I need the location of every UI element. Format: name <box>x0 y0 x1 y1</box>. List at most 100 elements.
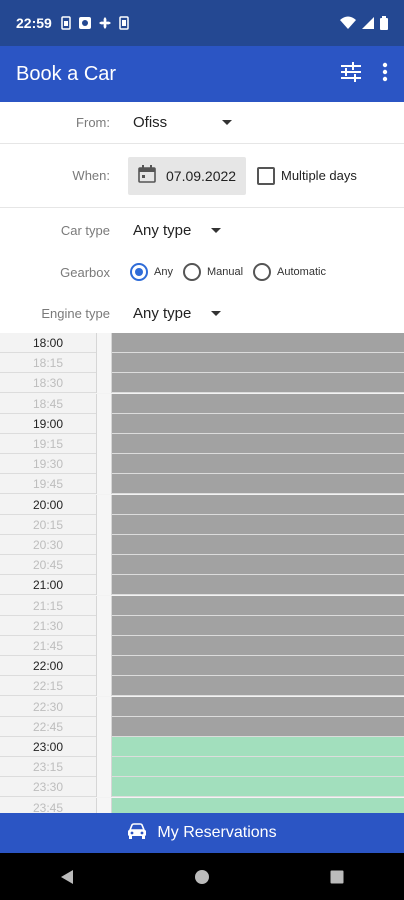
time-slot[interactable]: 22:00 <box>0 656 404 677</box>
time-slot-gutter <box>96 615 112 636</box>
recents-icon[interactable] <box>317 857 357 897</box>
gearbox-any-radio[interactable] <box>130 263 148 281</box>
time-slot[interactable]: 23:00 <box>0 737 404 757</box>
booked-slot[interactable] <box>112 716 404 736</box>
tune-icon[interactable] <box>340 61 362 87</box>
time-slot[interactable]: 20:00 <box>0 494 404 515</box>
gearbox-automatic-radio[interactable] <box>253 263 272 281</box>
time-slot[interactable]: 23:30 <box>0 777 404 798</box>
time-slot-label: 18:15 <box>32 356 64 371</box>
status-bar: 22:59 <box>0 0 404 46</box>
time-slot-gutter <box>96 716 112 737</box>
time-slot-label: 18:45 <box>32 396 64 411</box>
time-slot[interactable]: 20:30 <box>0 535 404 555</box>
chevron-down-icon <box>211 310 222 316</box>
time-slot-gutter <box>96 535 112 555</box>
time-slot[interactable]: 19:45 <box>0 474 404 495</box>
booked-slot[interactable] <box>112 353 404 373</box>
time-slot[interactable]: 21:15 <box>0 595 404 616</box>
booked-slot[interactable] <box>112 636 404 655</box>
page-title: Book a Car <box>16 62 117 85</box>
booked-slot[interactable] <box>112 555 404 575</box>
time-slot-label: 23:15 <box>32 760 64 775</box>
battery-icon <box>380 16 388 30</box>
booked-slot[interactable] <box>112 333 404 352</box>
date-value: 07.09.2022 <box>166 167 237 184</box>
status-notification-icons <box>60 16 130 30</box>
booked-slot[interactable] <box>112 615 404 635</box>
gearbox-manual-label: Manual <box>206 266 244 278</box>
time-slot-gutter <box>96 757 112 778</box>
availability-schedule[interactable]: 18:00 18:15 18:30 18:45 19:00 19:15 19:30 19:45… <box>0 333 404 813</box>
booked-slot[interactable] <box>112 575 404 595</box>
engine-type-value: Any type <box>133 304 192 322</box>
time-slot[interactable]: 19:15 <box>0 434 404 454</box>
time-slot[interactable]: 20:15 <box>0 514 404 535</box>
time-slot[interactable]: 21:30 <box>0 615 404 636</box>
available-slot[interactable] <box>112 797 404 813</box>
time-slot[interactable]: 19:00 <box>0 413 404 434</box>
time-slot[interactable]: 18:45 <box>0 393 404 414</box>
time-slot-gutter <box>96 353 112 374</box>
app-bar: Book a Car <box>0 46 404 102</box>
time-slot-gutter <box>96 797 112 813</box>
device-icon <box>119 16 129 30</box>
back-icon[interactable] <box>47 857 87 897</box>
time-slot[interactable]: 18:15 <box>0 353 404 374</box>
gearbox-automatic-label: Automatic <box>277 266 326 278</box>
time-slot[interactable]: 21:00 <box>0 575 404 596</box>
time-slot[interactable]: 22:15 <box>0 676 404 697</box>
booked-slot[interactable] <box>112 474 404 494</box>
time-slot-gutter <box>96 696 112 717</box>
time-slot-gutter <box>96 555 112 576</box>
time-slot[interactable]: 21:45 <box>0 636 404 656</box>
car-type-dropdown[interactable]: Any type <box>133 221 222 239</box>
gearbox-row: Gearbox Any Manual Automatic <box>0 252 404 292</box>
time-slot[interactable]: 19:30 <box>0 454 404 475</box>
time-slot[interactable]: 23:15 <box>0 757 404 778</box>
system-nav-bar <box>0 853 404 900</box>
time-slot-label: 20:00 <box>32 497 64 512</box>
time-slot[interactable]: 23:45 <box>0 797 404 813</box>
booked-slot[interactable] <box>112 595 404 615</box>
more-vert-icon[interactable] <box>382 62 388 87</box>
my-reservations-button[interactable]: My Reservations <box>0 813 404 853</box>
car-type-value: Any type <box>133 221 192 239</box>
car-type-row: Car type Any type <box>0 208 404 252</box>
available-slot[interactable] <box>112 757 404 777</box>
time-slot-gutter <box>96 413 112 434</box>
available-slot[interactable] <box>112 777 404 797</box>
time-slot[interactable]: 18:30 <box>0 373 404 394</box>
booked-slot[interactable] <box>112 696 404 716</box>
booked-slot[interactable] <box>112 434 404 453</box>
gearbox-manual-radio[interactable] <box>182 263 201 281</box>
booked-slot[interactable] <box>112 393 404 413</box>
multiple-days-checkbox[interactable] <box>257 166 275 185</box>
time-slot-label: 20:45 <box>32 558 64 573</box>
when-label: When: <box>72 168 110 183</box>
car-type-label: Car type <box>60 222 110 238</box>
booked-slot[interactable] <box>112 676 404 696</box>
booked-slot[interactable] <box>112 454 404 474</box>
date-picker[interactable]: 07.09.2022 <box>128 156 246 195</box>
time-slot-gutter <box>96 454 112 475</box>
time-slot[interactable]: 20:45 <box>0 555 404 576</box>
available-slot[interactable] <box>112 737 404 756</box>
engine-type-dropdown[interactable]: Any type <box>133 304 222 322</box>
time-slot-gutter <box>96 514 112 535</box>
time-slot[interactable]: 18:00 <box>0 333 404 353</box>
booked-slot[interactable] <box>112 413 404 433</box>
time-slot-label: 20:15 <box>32 517 64 532</box>
time-slot-label: 18:00 <box>32 336 64 350</box>
time-slot-gutter <box>96 393 112 414</box>
booked-slot[interactable] <box>112 494 404 514</box>
booked-slot[interactable] <box>112 373 404 393</box>
time-slot[interactable]: 22:45 <box>0 716 404 737</box>
gearbox-radio-group: Any Manual Automatic <box>130 263 336 281</box>
booked-slot[interactable] <box>112 656 404 676</box>
time-slot[interactable]: 22:30 <box>0 696 404 717</box>
from-dropdown[interactable]: Ofiss <box>133 114 233 131</box>
booked-slot[interactable] <box>112 514 404 534</box>
home-icon[interactable] <box>182 857 222 897</box>
booked-slot[interactable] <box>112 535 404 554</box>
